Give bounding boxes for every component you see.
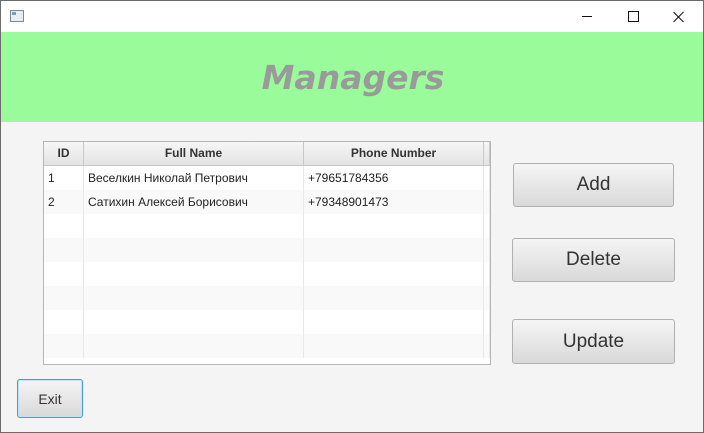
empty-cell [484, 286, 490, 310]
table-header: ID Full Name Phone Number [44, 142, 490, 166]
empty-cell [304, 310, 484, 334]
empty-cell [304, 334, 484, 358]
empty-row [44, 286, 490, 310]
empty-cell [484, 334, 490, 358]
header-banner: Managers [1, 32, 703, 122]
column-header-filler [484, 142, 490, 165]
empty-cell [44, 310, 84, 334]
maximize-icon [627, 11, 639, 22]
exit-button[interactable]: Exit [17, 379, 83, 418]
update-button[interactable]: Update [512, 319, 675, 364]
empty-row [44, 262, 490, 286]
table-row[interactable]: 2 Сатихин Алексей Борисович +79348901473 [44, 190, 490, 214]
empty-cell [484, 238, 490, 262]
close-button[interactable] [656, 1, 702, 32]
cell-id: 2 [44, 190, 84, 214]
empty-row [44, 310, 490, 334]
cell-phone: +79348901473 [304, 190, 484, 214]
column-header-phone-number[interactable]: Phone Number [304, 142, 484, 165]
empty-cell [304, 262, 484, 286]
column-header-full-name[interactable]: Full Name [84, 142, 304, 165]
empty-cell [84, 334, 304, 358]
empty-row [44, 214, 490, 238]
empty-cell [484, 310, 490, 334]
cell-phone: +79651784356 [304, 166, 484, 190]
managers-table[interactable]: ID Full Name Phone Number 1 Веселкин Ник… [43, 141, 491, 365]
empty-cell [304, 286, 484, 310]
cell-full-name: Веселкин Николай Петрович [84, 166, 304, 190]
close-icon [673, 11, 685, 23]
table-body: 1 Веселкин Николай Петрович +79651784356… [44, 166, 490, 358]
cell-filler [484, 190, 490, 214]
title-bar [1, 1, 703, 32]
empty-cell [484, 262, 490, 286]
app-window: Managers ID Full Name Phone Number 1 Вес… [0, 0, 704, 433]
minimize-icon [582, 16, 592, 17]
add-button[interactable]: Add [513, 163, 674, 207]
empty-cell [44, 214, 84, 238]
empty-row [44, 334, 490, 358]
empty-cell [84, 310, 304, 334]
empty-cell [84, 286, 304, 310]
empty-cell [304, 238, 484, 262]
empty-cell [44, 334, 84, 358]
cell-filler [484, 166, 490, 190]
maximize-button[interactable] [610, 1, 656, 32]
empty-row [44, 238, 490, 262]
table-row[interactable]: 1 Веселкин Николай Петрович +79651784356 [44, 166, 490, 190]
empty-cell [44, 286, 84, 310]
minimize-button[interactable] [564, 1, 610, 32]
empty-cell [84, 262, 304, 286]
cell-id: 1 [44, 166, 84, 190]
cell-full-name: Сатихин Алексей Борисович [84, 190, 304, 214]
empty-cell [304, 214, 484, 238]
delete-button[interactable]: Delete [512, 238, 675, 282]
empty-cell [484, 214, 490, 238]
empty-cell [44, 238, 84, 262]
empty-cell [84, 214, 304, 238]
empty-cell [84, 238, 304, 262]
page-title: Managers [261, 57, 445, 97]
app-icon [10, 10, 24, 22]
column-header-id[interactable]: ID [44, 142, 84, 165]
empty-cell [44, 262, 84, 286]
